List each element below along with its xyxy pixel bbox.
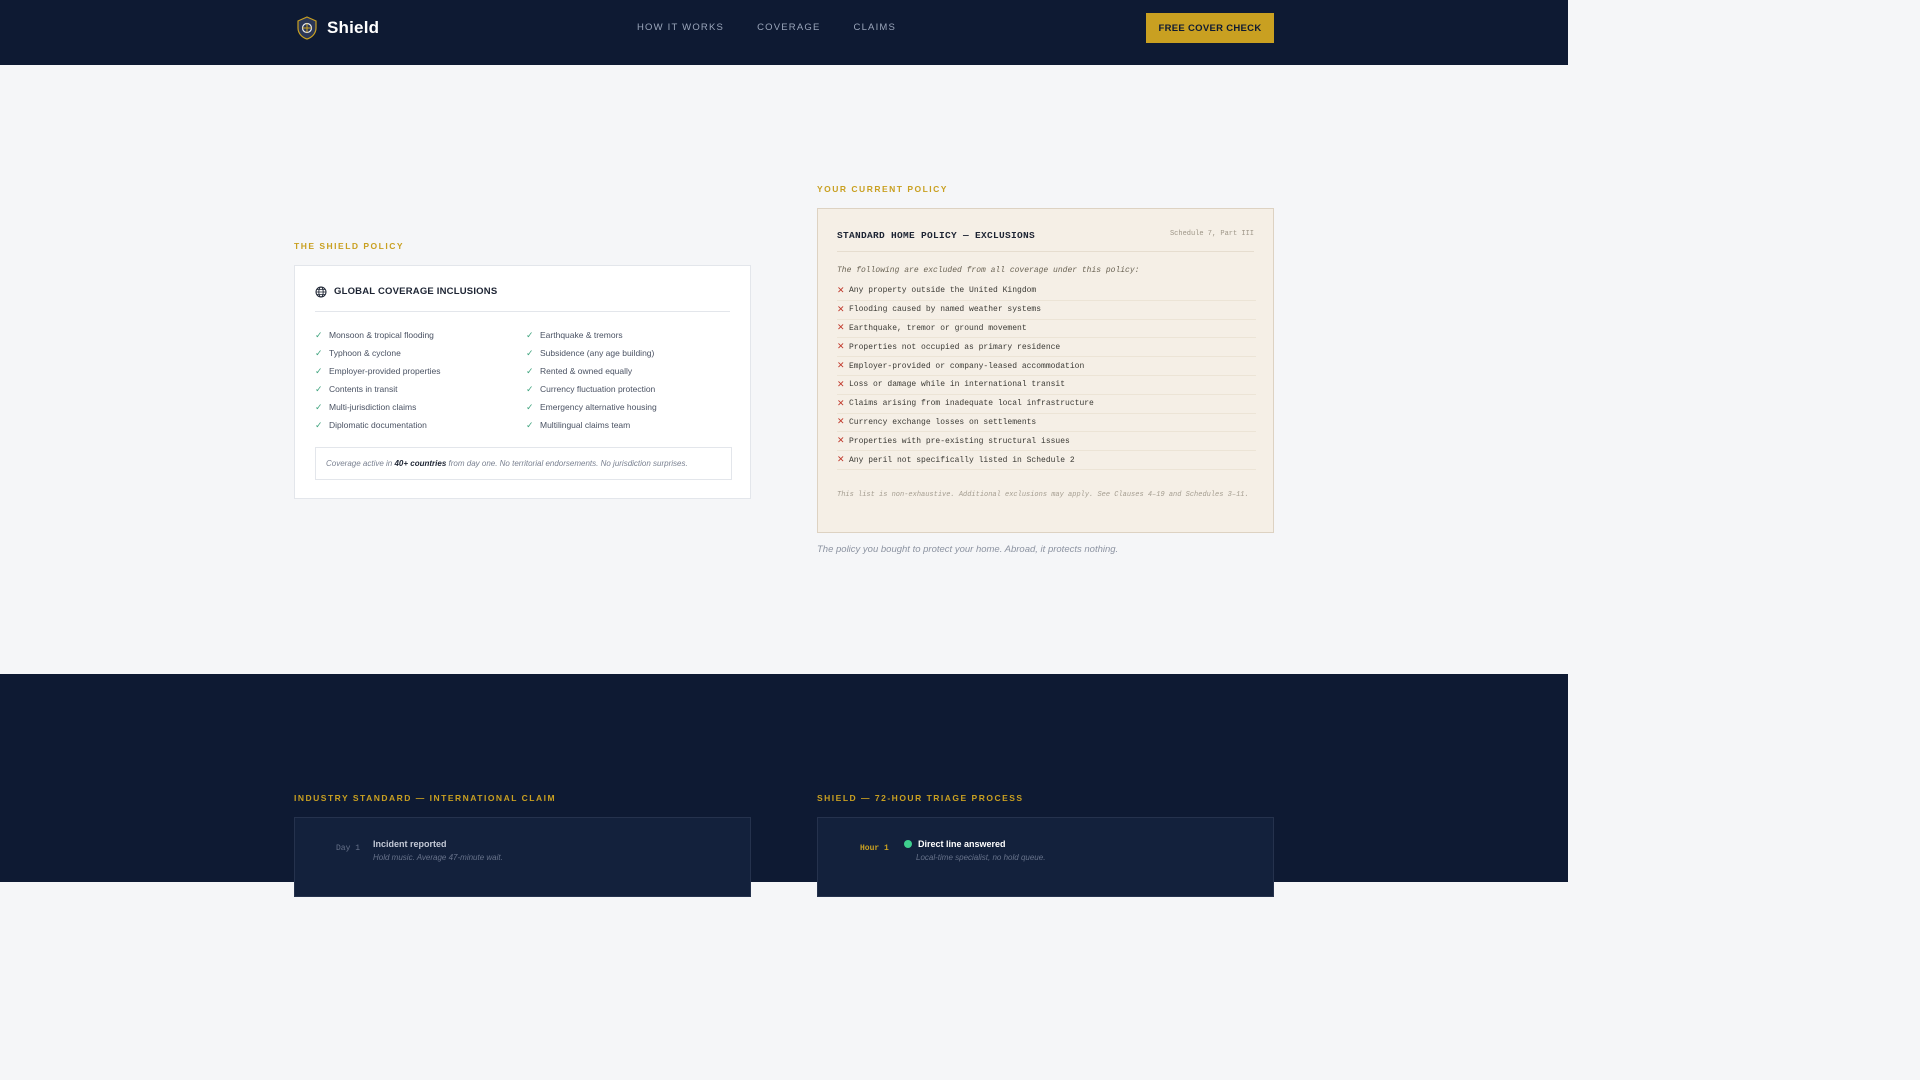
- exclusion-item: ✕ Properties with pre-existing structural…: [837, 432, 1256, 452]
- cross-icon: ✕: [837, 361, 845, 372]
- shield-coverage-card: GLOBAL COVERAGE INCLUSIONS ✓ Monsoon & tr…: [294, 265, 751, 499]
- inclusion-item: ✓ Multi-jurisdiction claims: [315, 401, 417, 413]
- cross-icon: ✕: [837, 398, 845, 409]
- check-icon: ✓: [315, 401, 323, 412]
- cross-icon: ✕: [837, 285, 845, 296]
- inclusions-list: ✓ Monsoon & tropical flooding ✓ Earthquake…: [315, 326, 735, 434]
- document-intro: The following are excluded from all cove…: [837, 266, 1140, 275]
- brand-name: Shield: [327, 18, 380, 37]
- cross-icon: ✕: [837, 342, 845, 353]
- inclusion-item: ✓ Earthquake & tremors: [526, 329, 623, 341]
- exclusion-item: ✕ Loss or damage while in international t…: [837, 376, 1256, 395]
- timeline-time: Hour 1: [860, 844, 889, 853]
- schedule-reference: Schedule 7, Part III: [1169, 230, 1254, 238]
- cross-icon: ✕: [837, 323, 845, 334]
- card-title: GLOBAL COVERAGE INCLUSIONS: [334, 286, 498, 297]
- exclusion-item: ✕ Flooding caused by named weather system…: [837, 301, 1256, 320]
- inclusion-item: ✓ Emergency alternative housing: [526, 401, 657, 413]
- exclusion-item: ✕ Properties not occupied as primary resi…: [837, 338, 1256, 358]
- check-icon: ✓: [315, 419, 323, 430]
- inclusion-item: ✓ Monsoon & tropical flooding: [315, 329, 434, 341]
- document-title: STANDARD HOME POLICY — EXCLUSIONS: [837, 230, 1036, 241]
- inclusion-item: ✓ Contents in transit: [315, 383, 398, 395]
- document-header: STANDARD HOME POLICY — EXCLUSIONS Schedu…: [837, 228, 1254, 252]
- triage-timeline-panel: Hour 1 Direct line answered Local-time s…: [817, 817, 1274, 897]
- industry-timeline-panel: Day 1 Incident reported Hold music. Aver…: [294, 817, 751, 897]
- main-nav: HOW IT WORKS COVERAGE CLAIMS: [637, 22, 896, 33]
- inclusion-item: ✓ Multilingual claims team: [526, 419, 631, 431]
- cross-icon: ✕: [837, 379, 845, 390]
- cross-icon: ✕: [837, 436, 845, 447]
- check-icon: ✓: [526, 401, 534, 412]
- coverage-note-pre: Coverage active in: [326, 459, 395, 468]
- check-icon: ✓: [315, 347, 323, 358]
- cross-icon: ✕: [837, 455, 845, 466]
- shield-policy-eyebrow: THE SHIELD POLICY: [294, 241, 405, 251]
- exclusion-item: ✕ Claims arising from inadequate local in…: [837, 395, 1256, 414]
- brand[interactable]: Shield: [296, 15, 379, 41]
- document-footnote: This list is non-exhaustive. Additional …: [837, 491, 1249, 499]
- exclusion-item: ✕ Earthquake, tremor or ground movement: [837, 320, 1256, 339]
- status-dot-icon: [904, 840, 912, 848]
- current-policy-eyebrow: YOUR CURRENT POLICY: [817, 184, 948, 194]
- check-icon: ✓: [526, 347, 534, 358]
- timeline-step-title: Direct line answered: [918, 839, 1006, 849]
- check-icon: ✓: [315, 365, 323, 376]
- inclusion-item: ✓ Typhoon & cyclone: [315, 347, 401, 359]
- globe-icon: [315, 286, 327, 298]
- nav-coverage[interactable]: COVERAGE: [757, 22, 820, 33]
- timeline-step-sub: Local-time specialist, no hold queue.: [916, 853, 1046, 862]
- inclusion-item: ✓ Diplomatic documentation: [315, 419, 427, 431]
- check-icon: ✓: [526, 365, 534, 376]
- check-icon: ✓: [315, 383, 323, 394]
- industry-eyebrow: INDUSTRY STANDARD — INTERNATIONAL CLAIM: [294, 793, 557, 803]
- exclusions-list: ✕ Any property outside the United Kingdom…: [837, 282, 1256, 470]
- inclusion-item: ✓ Currency fluctuation protection: [526, 383, 656, 395]
- cross-icon: ✕: [837, 417, 845, 428]
- timeline-step-sub: Hold music. Average 47-minute wait.: [373, 853, 503, 862]
- timeline-time: Day 1: [336, 844, 361, 853]
- shield-logo-icon: [297, 16, 317, 40]
- timeline-step-title: Incident reported: [373, 839, 447, 849]
- exclusion-item: ✕ Currency exchange losses on settlements: [837, 414, 1256, 433]
- inclusion-item: ✓ Employer-provided properties: [315, 365, 441, 377]
- policy-exclusions-document: STANDARD HOME POLICY — EXCLUSIONS Schedu…: [817, 208, 1274, 533]
- coverage-note: Coverage active in 40+ countries from da…: [315, 447, 732, 480]
- nav-how-it-works[interactable]: HOW IT WORKS: [637, 22, 724, 33]
- check-icon: ✓: [526, 329, 534, 340]
- coverage-note-post: from day one. No territorial endorsement…: [446, 459, 688, 468]
- exclusion-item: ✕ Any peril not specifically listed in Sc…: [837, 451, 1256, 470]
- card-header: GLOBAL COVERAGE INCLUSIONS: [315, 286, 730, 312]
- nav-claims[interactable]: CLAIMS: [854, 22, 897, 33]
- exclusion-item: ✕ Employer-provided or company-leased acc…: [837, 357, 1256, 376]
- inclusion-item: ✓ Subsidence (any age building): [526, 347, 655, 359]
- coverage-note-countries: 40+ countries: [394, 459, 447, 468]
- check-icon: ✓: [526, 383, 534, 394]
- exclusion-item: ✕ Any property outside the United Kingdom: [837, 282, 1256, 301]
- claims-comparison-section: [0, 674, 1568, 882]
- inclusion-item: ✓ Rented & owned equally: [526, 365, 633, 377]
- free-cover-check-button[interactable]: FREE COVER CHECK: [1146, 13, 1274, 43]
- check-icon: ✓: [315, 329, 323, 340]
- triage-eyebrow: SHIELD — 72-HOUR TRIAGE PROCESS: [817, 793, 1024, 803]
- check-icon: ✓: [526, 419, 534, 430]
- cross-icon: ✕: [837, 304, 845, 315]
- policy-caption: The policy you bought to protect your ho…: [817, 544, 1119, 555]
- top-navigation-bar: Shield HOW IT WORKS COVERAGE CLAIMS FREE…: [0, 0, 1568, 65]
